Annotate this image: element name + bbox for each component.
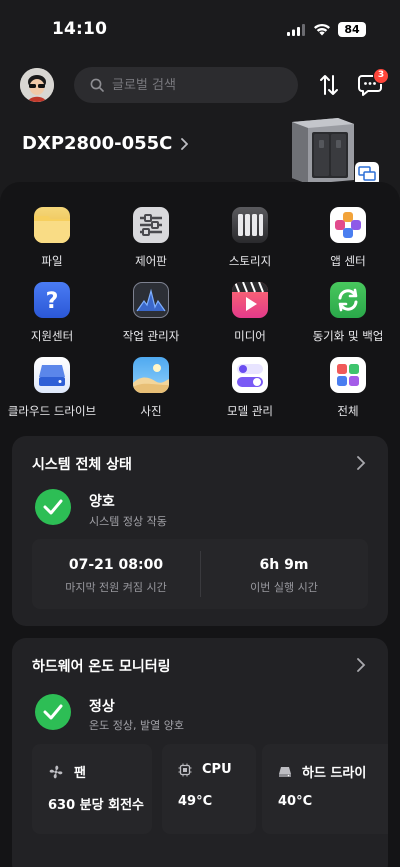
- app-task-manager[interactable]: 작업 관리자: [101, 282, 201, 344]
- app-sync-backup[interactable]: 동기화 및 백업: [298, 282, 398, 344]
- cloud-drive-icon: [34, 357, 70, 393]
- fan-heading: 팬: [48, 762, 86, 781]
- svg-text:?: ?: [46, 289, 59, 314]
- search-icon: [90, 78, 104, 92]
- chevron-right-icon[interactable]: [356, 456, 366, 470]
- app-storage[interactable]: 스토리지: [200, 207, 300, 269]
- activity-icon: [133, 282, 169, 318]
- notification-badge: 3: [373, 68, 389, 84]
- check-icon: [35, 489, 71, 525]
- app-control-panel[interactable]: 제어판: [101, 207, 201, 269]
- fan-stat: 팬 630 분당 회전수: [32, 744, 152, 834]
- status-bar: 14:10 84: [0, 0, 400, 56]
- fan-label: 팬: [74, 766, 86, 781]
- folder-icon: [34, 207, 70, 243]
- last-power-on-value: 07-21 08:00: [68, 557, 164, 573]
- cellular-signal-icon: [287, 24, 305, 36]
- app-label: 작업 관리자: [122, 329, 180, 343]
- display-icon: [358, 166, 376, 181]
- model-toggle-icon: [232, 357, 268, 393]
- system-stats: 07-21 08:00 마지막 전원 켜짐 시간 6h 9m 이번 실행 시간: [32, 539, 368, 609]
- wifi-icon: [314, 23, 330, 36]
- app-label: 지원센터: [30, 329, 74, 343]
- hard-drive-label: 하드 드라이: [302, 766, 367, 781]
- nas-device-image: [292, 118, 354, 184]
- hard-drive-icon: [279, 766, 291, 777]
- check-icon: [35, 694, 71, 730]
- help-icon: ?: [34, 282, 70, 318]
- app-label: 파일: [41, 254, 63, 268]
- hard-drive-value: 40°C: [278, 794, 313, 809]
- photos-icon: [133, 357, 169, 393]
- card-title: 시스템 전체 상태: [32, 457, 132, 473]
- app-all[interactable]: 전체: [298, 357, 398, 419]
- battery-indicator: 84: [338, 22, 366, 37]
- cpu-value: 49°C: [178, 794, 213, 809]
- global-search[interactable]: [74, 67, 298, 103]
- app-label: 사진: [140, 404, 162, 418]
- cpu-stat: CPU 49°C: [162, 744, 256, 834]
- app-photos[interactable]: 사진: [101, 357, 201, 419]
- status-time: 14:10: [52, 19, 108, 39]
- status-subtext: 온도 정상, 발열 양호: [89, 719, 184, 732]
- sliders-icon: [133, 207, 169, 243]
- uptime-value: 6h 9m: [259, 557, 309, 573]
- status-text: 양호: [89, 494, 115, 510]
- system-status-card[interactable]: 시스템 전체 상태 양호 시스템 정상 작동 07-21 08:00 마지막 전…: [12, 436, 388, 626]
- status-text: 정상: [89, 699, 115, 715]
- app-support-center[interactable]: ? 지원센터: [2, 282, 102, 344]
- fan-icon: [49, 765, 63, 778]
- transfer-icon[interactable]: [318, 73, 340, 97]
- media-icon: [232, 282, 268, 318]
- card-title: 하드웨어 온도 모니터링: [32, 659, 171, 675]
- last-power-on-label: 마지막 전원 켜짐 시간: [65, 581, 167, 594]
- status-subtext: 시스템 정상 작동: [89, 515, 167, 528]
- device-selector[interactable]: DXP2800-055C: [22, 133, 189, 154]
- app-files[interactable]: 파일: [2, 207, 102, 269]
- app-label: 동기화 및 백업: [312, 329, 384, 343]
- chevron-right-icon: [181, 137, 189, 150]
- app-label: 미디어: [234, 329, 266, 343]
- avatar[interactable]: [20, 68, 54, 102]
- cpu-label: CPU: [202, 762, 232, 777]
- avatar-icon: [20, 68, 54, 102]
- app-media[interactable]: 미디어: [200, 282, 300, 344]
- app-label: 스토리지: [228, 254, 272, 268]
- app-label: 제어판: [135, 254, 167, 268]
- uptime-label: 이번 실행 시간: [250, 581, 318, 594]
- app-label: 클라우드 드라이브: [7, 404, 97, 418]
- hard-drive-stat: 하드 드라이 40°C: [262, 744, 388, 834]
- app-label: 전체: [337, 404, 359, 418]
- app-label: 앱 센터: [330, 254, 366, 268]
- cpu-heading: CPU: [178, 762, 232, 777]
- app-center-icon: [330, 207, 366, 243]
- device-name: DXP2800-055C: [22, 133, 173, 154]
- fan-value: 630 분당 회전수: [48, 798, 144, 813]
- cpu-icon: [178, 763, 192, 776]
- chevron-right-icon[interactable]: [356, 658, 366, 672]
- search-input[interactable]: [112, 77, 282, 93]
- last-power-on: 07-21 08:00 마지막 전원 켜짐 시간: [32, 539, 200, 609]
- storage-icon: [232, 207, 268, 243]
- hard-drive-heading: 하드 드라이: [278, 762, 366, 781]
- app-label: 모델 관리: [227, 404, 273, 418]
- hardware-temp-card[interactable]: 하드웨어 온도 모니터링 정상 온도 정상, 발열 양호 팬 630 분당 회전…: [12, 638, 388, 867]
- app-app-center[interactable]: 앱 센터: [298, 207, 398, 269]
- sync-icon: [330, 282, 366, 318]
- app-model-management[interactable]: 모델 관리: [200, 357, 300, 419]
- uptime: 6h 9m 이번 실행 시간: [200, 539, 368, 609]
- app-cloud-drive[interactable]: 클라우드 드라이브: [2, 357, 102, 419]
- all-apps-icon: [330, 357, 366, 393]
